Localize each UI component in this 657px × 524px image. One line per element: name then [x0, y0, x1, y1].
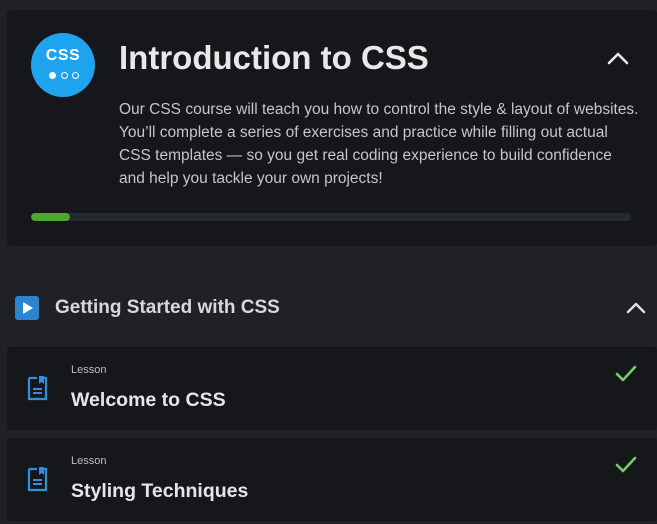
course-card: CSS Introduction to CSS Our CSS course w… [7, 10, 657, 246]
course-title: Introduction to CSS [119, 39, 429, 76]
document-glyph [27, 467, 48, 492]
document-icon [27, 466, 49, 492]
badge-dot-empty [60, 71, 68, 79]
play-glyph [23, 302, 33, 314]
lesson-title: Styling Techniques [71, 480, 249, 502]
course-page: CSS Introduction to CSS Our CSS course w… [0, 0, 657, 524]
section-header[interactable]: Getting Started with CSS [0, 285, 657, 331]
play-icon [15, 296, 39, 320]
check-icon [614, 455, 638, 475]
chevron-up-icon [607, 52, 629, 65]
section-title: Getting Started with CSS [55, 297, 280, 318]
chevron-up-icon [626, 302, 646, 314]
check-icon [614, 364, 638, 384]
badge-dot-filled [49, 71, 56, 79]
badge-dots [49, 70, 79, 80]
lesson-type: Lesson [71, 364, 107, 376]
lesson-item[interactable]: Lesson Styling Techniques [7, 438, 657, 521]
course-description: Our CSS course will teach you how to con… [119, 101, 639, 187]
css-badge-icon: CSS [31, 33, 95, 97]
lesson-type: Lesson [71, 455, 107, 467]
document-glyph [27, 376, 48, 401]
course-progress-fill [31, 213, 70, 221]
badge-label: CSS [45, 47, 81, 64]
lesson-title: Welcome to CSS [71, 389, 226, 411]
check-glyph [615, 365, 637, 382]
badge-dot-empty [72, 71, 79, 79]
course-progress-bar [31, 213, 631, 221]
document-icon [27, 375, 49, 401]
section-collapse-button[interactable] [622, 294, 650, 322]
lesson-item[interactable]: Lesson Welcome to CSS [7, 347, 657, 430]
check-glyph [615, 456, 637, 473]
course-collapse-button[interactable] [604, 44, 632, 72]
